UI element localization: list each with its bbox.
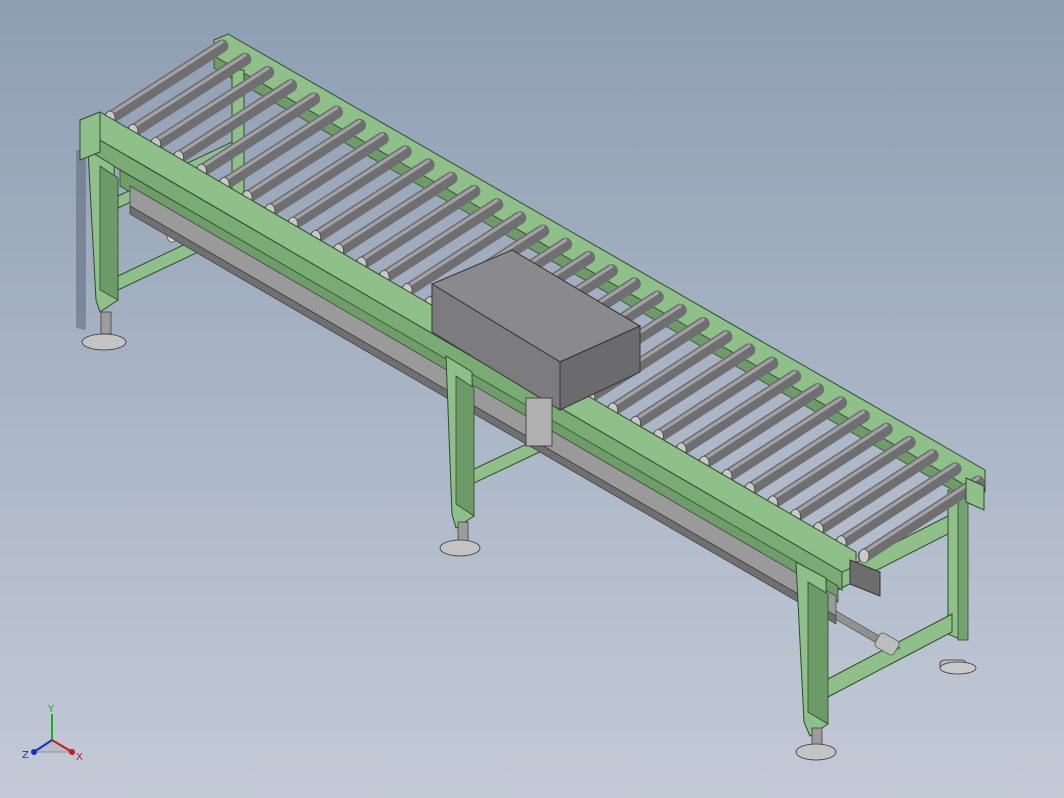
end-plate-left — [79, 111, 101, 161]
z-axis-label: Z — [22, 750, 29, 761]
left-end-shadow — [76, 150, 86, 330]
orientation-triad: Y X Z — [22, 704, 83, 763]
roller-conveyor-model[interactable] — [0, 0, 1064, 798]
y-axis-label: Y — [47, 704, 55, 715]
side-channel — [129, 185, 837, 625]
cad-viewport[interactable]: Y X Z — [0, 0, 1064, 798]
front-leg-left — [81, 149, 127, 351]
z-axis-tip — [31, 749, 37, 755]
roller-end-cap — [858, 548, 870, 564]
x-axis-label: X — [76, 752, 83, 763]
x-axis-tip — [69, 749, 75, 755]
